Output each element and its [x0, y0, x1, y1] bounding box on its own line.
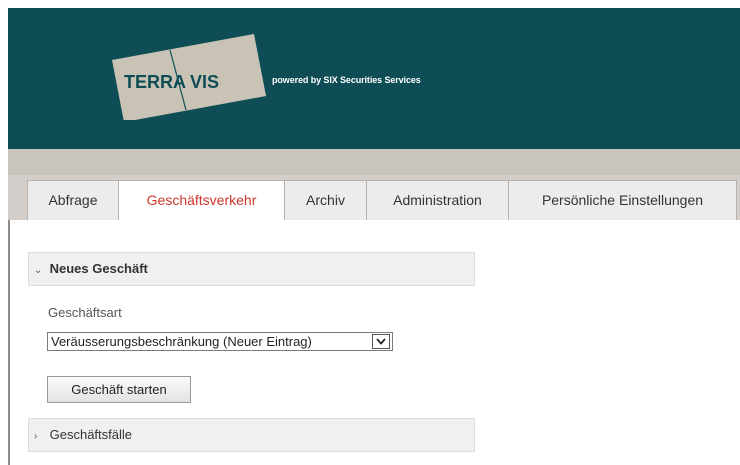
section-title: Geschäftsfälle — [49, 427, 132, 442]
header-tagline: powered by SIX Securities Services — [272, 75, 421, 85]
geschaeftsart-select[interactable]: Veräusserungsbeschränkung (Neuer Eintrag… — [47, 332, 393, 351]
top-strip — [0, 0, 740, 8]
logo-text-terra: TERRA — [124, 72, 186, 92]
dropdown-arrow-icon[interactable] — [372, 334, 390, 349]
logo-text-vis: VIS — [190, 72, 220, 92]
tab-geschaeftsverkehr[interactable]: Geschäftsverkehr — [118, 180, 285, 222]
logo-wordmark: TERRA VIS — [124, 72, 219, 93]
tab-label: Archiv — [306, 192, 345, 208]
tab-archiv[interactable]: Archiv — [284, 180, 367, 220]
tab-label: Persönliche Einstellungen — [541, 192, 704, 208]
section-neues-geschaeft-header[interactable]: ⌄ Neues Geschäft — [28, 252, 475, 286]
chevron-right-icon: › — [34, 431, 38, 442]
tab-persoenliche-einstellungen[interactable]: Persönliche Einstellungen — [508, 180, 737, 220]
select-value: Veräusserungsbeschränkung (Neuer Eintrag… — [51, 334, 312, 349]
terravis-logo[interactable]: TERRA VIS — [108, 30, 268, 120]
header-divider-band — [8, 149, 740, 175]
geschaeftsart-label: Geschäftsart — [48, 305, 122, 320]
geschaeft-starten-button[interactable]: Geschäft starten — [47, 376, 191, 403]
tab-abfrage[interactable]: Abfrage — [27, 180, 119, 220]
section-geschaeftsfaelle-header[interactable]: › Geschäftsfälle — [28, 418, 475, 452]
chevron-down-icon: ⌄ — [34, 265, 43, 276]
app-header: TERRA VIS powered by SIX Securities Serv… — [8, 8, 740, 149]
tab-label: Abfrage — [48, 192, 98, 208]
tab-label: Geschäftsverkehr — [146, 192, 257, 208]
tab-administration[interactable]: Administration — [366, 180, 509, 220]
tab-label: Administration — [393, 192, 482, 208]
section-title: Neues Geschäft — [49, 261, 148, 276]
